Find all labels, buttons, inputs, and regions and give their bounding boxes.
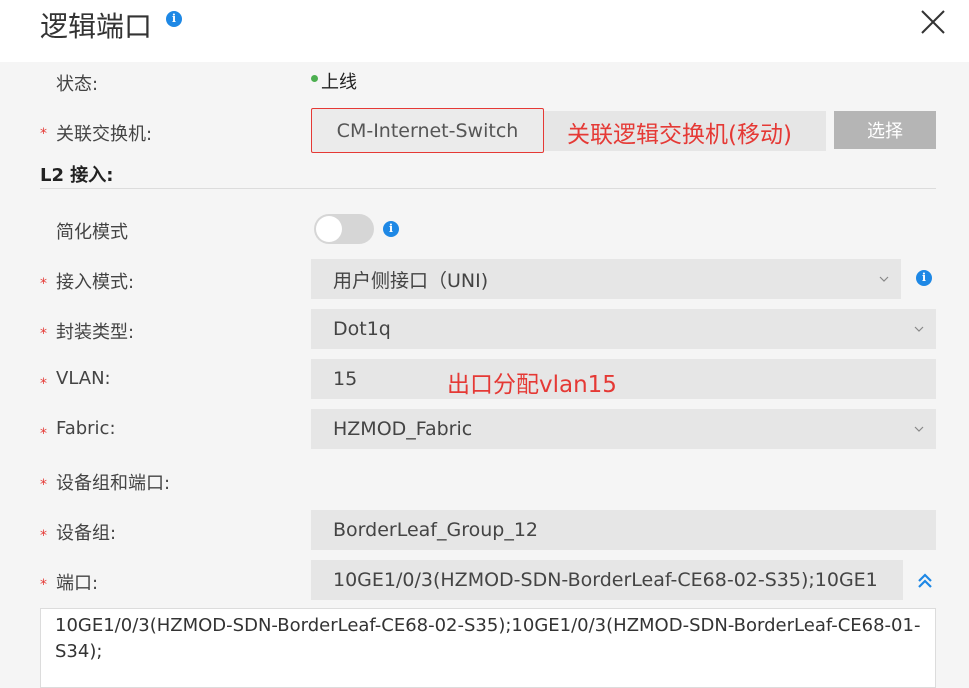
device-group-label: 设备组: xyxy=(56,523,117,544)
fabric-select[interactable]: HZMOD_Fabric xyxy=(311,409,936,449)
port-detail-textarea[interactable]: 10GE1/0/3(HZMOD-SDN-BorderLeaf-CE68-02-S… xyxy=(40,608,936,688)
device-group-port-label: 设备组和端口: xyxy=(56,473,171,494)
chevron-down-icon xyxy=(914,326,924,332)
access-mode-value: 用户侧接口（UNI) xyxy=(333,269,489,292)
section-divider xyxy=(40,188,936,189)
port-value: 10GE1/0/3(HZMOD-SDN-BorderLeaf-CE68-02-S… xyxy=(333,569,878,591)
vlan-input[interactable]: 15 xyxy=(311,359,936,399)
encap-type-value: Dot1q xyxy=(333,318,391,340)
select-switch-button[interactable]: 选择 xyxy=(834,111,936,149)
vlan-label: VLAN: xyxy=(56,368,111,389)
switch-input[interactable]: CM-Internet-Switch xyxy=(311,108,544,153)
access-mode-label: 接入模式: xyxy=(56,272,135,293)
close-icon[interactable] xyxy=(918,7,948,37)
encap-type-select[interactable]: Dot1q xyxy=(311,309,936,349)
vlan-annotation: 出口分配vlan15 xyxy=(447,372,617,398)
switch-label: 关联交换机: xyxy=(56,124,153,145)
device-group-value: BorderLeaf_Group_12 xyxy=(333,519,538,541)
simple-mode-info-icon[interactable]: i xyxy=(383,221,399,237)
access-mode-select[interactable]: 用户侧接口（UNI) xyxy=(311,259,901,299)
vlan-value: 15 xyxy=(333,368,358,390)
required-mark: * xyxy=(40,477,47,493)
port-label: 端口: xyxy=(56,573,99,594)
status-label: 状态: xyxy=(56,74,99,95)
required-mark: * xyxy=(40,126,47,142)
encap-type-label: 封装类型: xyxy=(56,322,135,343)
dialog-header: 逻辑端口 i xyxy=(0,0,969,62)
required-mark: * xyxy=(40,376,47,392)
l2-section-title: L2 接入: xyxy=(40,165,114,186)
required-mark: * xyxy=(40,577,47,593)
info-icon[interactable]: i xyxy=(166,11,182,27)
chevron-down-icon xyxy=(879,276,889,282)
required-mark: * xyxy=(40,426,47,442)
chevron-down-icon xyxy=(914,426,924,432)
required-mark: * xyxy=(40,326,47,342)
device-group-input[interactable]: BorderLeaf_Group_12 xyxy=(311,510,936,550)
switch-annotation: 关联逻辑交换机(移动) xyxy=(567,122,792,148)
access-mode-info-icon[interactable]: i xyxy=(916,270,932,286)
required-mark: * xyxy=(40,528,47,544)
fabric-label: Fabric: xyxy=(56,418,116,439)
required-mark: * xyxy=(40,276,47,292)
dialog-title: 逻辑端口 xyxy=(40,10,153,43)
fabric-value: HZMOD_Fabric xyxy=(333,418,473,440)
status-online-dot xyxy=(311,75,318,82)
port-input[interactable]: 10GE1/0/3(HZMOD-SDN-BorderLeaf-CE68-02-S… xyxy=(311,560,903,600)
status-value: 上线 xyxy=(321,72,357,93)
chevron-double-up-icon[interactable] xyxy=(916,572,934,590)
simple-mode-toggle[interactable] xyxy=(314,214,374,244)
toggle-knob xyxy=(316,216,342,242)
simple-mode-label: 简化模式 xyxy=(56,222,128,243)
